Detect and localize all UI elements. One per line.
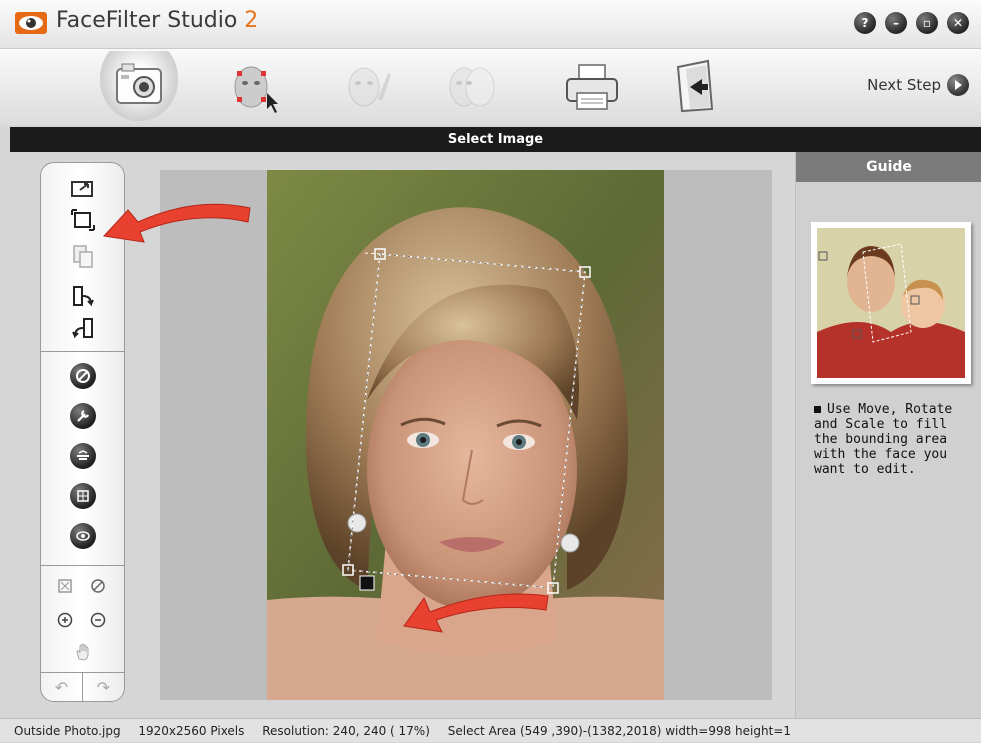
clear-button[interactable]: [89, 577, 107, 595]
step-toolbar: Next Step: [0, 49, 981, 125]
face-marker-icon: [234, 66, 278, 113]
next-step-label: Next Step: [867, 76, 941, 94]
hand-icon: [76, 643, 89, 661]
guide-title: Guide: [796, 152, 981, 182]
app-logo-icon: [14, 10, 48, 36]
bullet-icon: [814, 406, 821, 413]
status-pixels: 1920x2560 Pixels: [138, 724, 245, 738]
wrench-icon: [77, 410, 89, 422]
door-exit-icon: [676, 59, 714, 113]
redeye-button[interactable]: [70, 523, 96, 549]
open-image-button[interactable]: [68, 173, 98, 203]
rotate-left-icon: [72, 318, 93, 339]
minimize-button[interactable]: –: [885, 12, 907, 34]
contrast-button[interactable]: [70, 363, 96, 389]
paste-icon: [73, 245, 93, 268]
zoom-in-icon: [57, 612, 73, 628]
app-title-text: FaceFilter Studio: [56, 8, 245, 33]
status-filename: Outside Photo.jpg: [14, 724, 121, 738]
crop-icon: [71, 209, 95, 231]
window-controls: ? – ▫ ✕: [854, 12, 969, 34]
balance-button[interactable]: [70, 443, 96, 469]
guide-panel: Guide Use Move, Rotate and Scale to fill…: [795, 152, 981, 718]
status-bar: Outside Photo.jpg 1920x2560 Pixels Resol…: [0, 718, 981, 742]
rotate-right-button[interactable]: [68, 281, 98, 311]
step-exit-button[interactable]: [656, 51, 734, 121]
photo-image[interactable]: [267, 170, 664, 700]
fit-icon: [58, 579, 72, 593]
step-print-button[interactable]: [553, 51, 631, 121]
zoom-out-icon: [90, 612, 106, 628]
tool-divider: [41, 565, 124, 566]
step-face-edit-button[interactable]: [330, 51, 408, 121]
maximize-button[interactable]: ▫: [916, 12, 938, 34]
contrast-icon: [76, 369, 90, 383]
title-bar: FaceFilter Studio 2 ? – ▫ ✕: [0, 0, 981, 49]
grid-icon: [77, 490, 89, 502]
face-brush-icon: [348, 67, 391, 107]
redo-button[interactable]: ↷: [83, 673, 124, 701]
no-icon: [91, 579, 105, 593]
status-resolution: Resolution: 240, 240 ( 17%): [262, 724, 430, 738]
crop-button[interactable]: [68, 205, 98, 235]
undo-redo-bar: ↶ ↷: [41, 672, 124, 701]
step-select-image-button[interactable]: [100, 51, 178, 121]
pan-button[interactable]: [74, 643, 92, 661]
rotate-left-button[interactable]: [68, 313, 98, 343]
camera-icon: [116, 63, 162, 104]
grid-button[interactable]: [70, 483, 96, 509]
eye-icon: [76, 531, 90, 541]
tool-panel: ↶ ↷: [40, 162, 125, 702]
guide-text: Use Move, Rotate and Scale to fill the b…: [814, 402, 953, 477]
arrow-right-icon: [947, 74, 969, 96]
app-title: FaceFilter Studio 2: [56, 8, 258, 33]
face-compare-icon: [449, 67, 495, 107]
undo-button[interactable]: ↶: [41, 673, 83, 701]
status-select-area: Select Area (549 ,390)-(1382,2018) width…: [447, 724, 791, 738]
rotate-right-icon: [73, 286, 94, 307]
section-header: Select Image: [10, 127, 981, 152]
step-face-detect-button[interactable]: [215, 51, 293, 121]
zoom-in-button[interactable]: [56, 611, 74, 629]
portrait-photo: [267, 170, 664, 700]
help-button[interactable]: ?: [854, 12, 876, 34]
close-button[interactable]: ✕: [947, 12, 969, 34]
wrench-button[interactable]: [70, 403, 96, 429]
zoom-out-button[interactable]: [89, 611, 107, 629]
paste-button[interactable]: [68, 241, 98, 271]
guide-instructions: Use Move, Rotate and Scale to fill the b…: [814, 402, 978, 477]
next-step-button[interactable]: Next Step: [867, 74, 969, 96]
guide-example-image: [811, 222, 971, 384]
step-face-compare-button[interactable]: [432, 51, 510, 121]
fit-view-button[interactable]: [56, 577, 74, 595]
madonna-painting-image: [817, 228, 965, 378]
app-version: 2: [244, 8, 259, 33]
printer-icon: [566, 64, 618, 110]
tool-divider: [41, 351, 124, 352]
balance-icon: [77, 450, 89, 460]
open-icon: [71, 181, 93, 197]
